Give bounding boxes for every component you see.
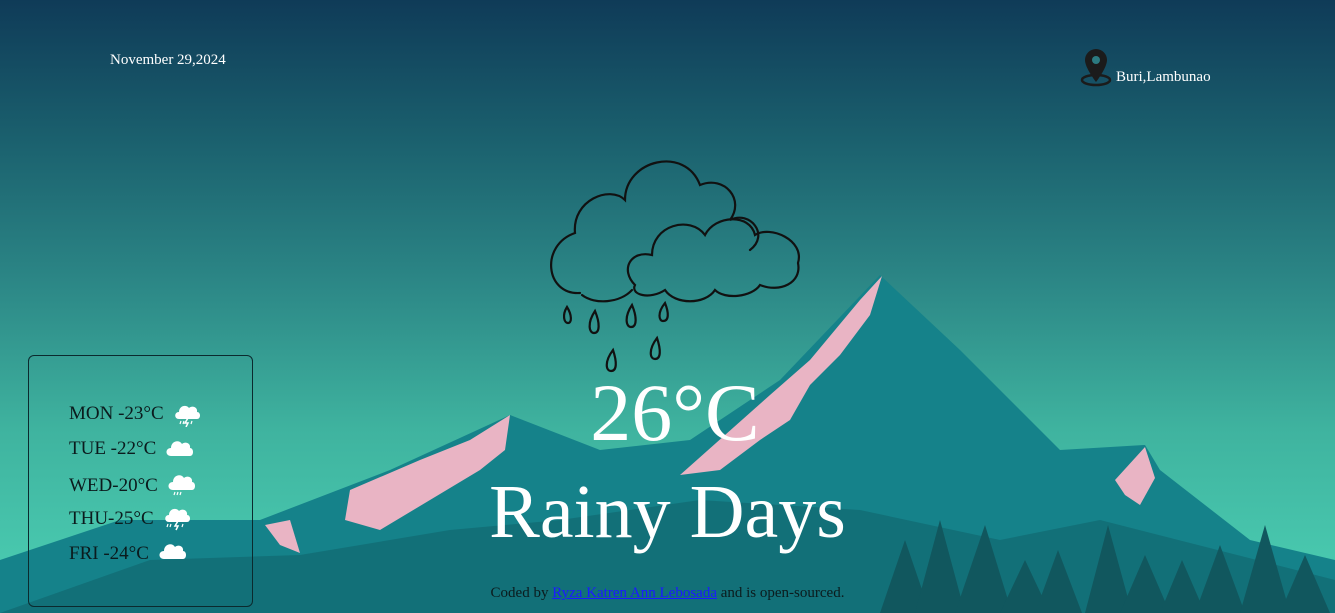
forecast-row-mon: MON -23°C (69, 401, 202, 427)
forecast-label: MON -23°C (69, 403, 164, 424)
thunder-rain-icon (174, 405, 200, 427)
footer-suffix: and is open-sourced. (720, 585, 845, 601)
rain-cloud-icon (550, 160, 800, 373)
location: Buri,Lambunao (1080, 48, 1211, 88)
forecast-label: WED-20°C (69, 475, 158, 496)
forecast-row-fri: FRI -24°C (69, 541, 187, 567)
footer: Coded by Ryza Katren Ann Lebosada and is… (0, 585, 1335, 602)
forecast-label: TUE -22°C (69, 438, 157, 459)
location-label: Buri,Lambunao (1116, 69, 1211, 85)
forecast-row-thu: THU-25°C (69, 506, 192, 532)
cloud-icon (166, 441, 194, 456)
date-label: November 29,2024 (110, 52, 226, 68)
forecast-label: FRI -24°C (69, 543, 149, 564)
thunder-rain-icon (164, 508, 190, 531)
footer-prefix: Coded by (490, 585, 549, 601)
author-link[interactable]: Ryza Katren Ann Lebosada (552, 585, 717, 601)
cloud-icon (159, 544, 186, 559)
forecast-row-wed: WED-20°C (69, 473, 196, 499)
forecast-row-tue: TUE -22°C (69, 436, 194, 462)
rain-cloud-icon (168, 475, 195, 496)
location-pin-icon (1080, 49, 1112, 87)
forecast-panel: MON -23°C TUE -22°C WED-20°C THU-25°C FR… (28, 355, 253, 607)
forecast-label: THU-25°C (69, 508, 154, 529)
